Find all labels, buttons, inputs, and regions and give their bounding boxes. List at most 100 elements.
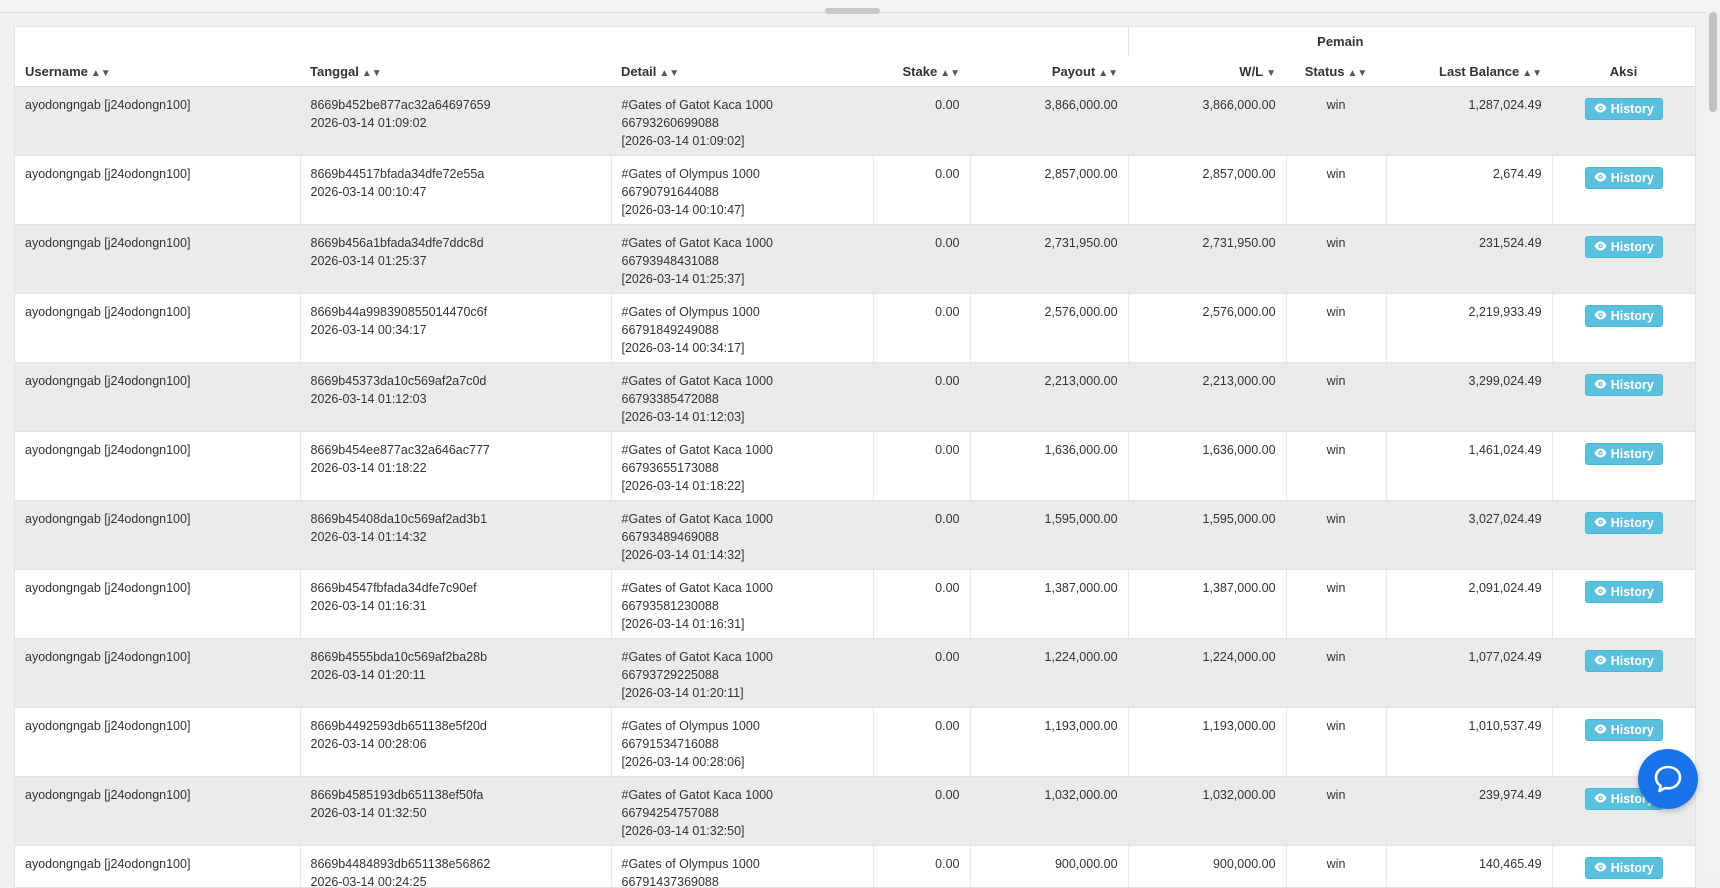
cell-last-balance: 2,219,933.49 <box>1386 294 1552 363</box>
cell-stake-stake: 0.00 <box>884 510 960 528</box>
sort-icon[interactable]: ▲▼ <box>940 68 960 79</box>
cell-username: ayodongngab [j24odongn100] <box>15 639 300 708</box>
cell-aksi: History <box>1552 87 1695 156</box>
cell-detail-round: 66793581230088 <box>622 597 863 615</box>
cell-stake: 0.00 <box>873 777 970 846</box>
cell-detail-game: #Gates of Gatot Kaca 1000 <box>622 96 863 114</box>
cell-tanggal-date: 2026-03-14 01:16:31 <box>311 597 601 615</box>
cell-tanggal: 8669b44517bfada34dfe72e55a2026-03-14 00:… <box>300 156 611 225</box>
cell-payout-payout: 1,193,000.00 <box>981 717 1118 735</box>
cell-status-status: win <box>1297 717 1376 735</box>
cell-detail-round-time: [2026-03-14 01:20:11] <box>622 684 863 702</box>
history-button[interactable]: History <box>1585 98 1663 120</box>
cell-detail: #Gates of Gatot Kaca 100066793948431088[… <box>611 225 873 294</box>
cell-tanggal-date: 2026-03-14 01:18:22 <box>311 459 601 477</box>
cell-last-balance: 2,674.49 <box>1386 156 1552 225</box>
history-button[interactable]: History <box>1585 857 1663 879</box>
cell-tanggal-date: 2026-03-14 00:28:06 <box>311 735 601 753</box>
cell-tanggal-tx: 8669b452be877ac32a64697659 <box>311 96 601 114</box>
col-header-detail[interactable]: Detail▲▼ <box>611 56 873 87</box>
cell-status-status: win <box>1297 441 1376 459</box>
cell-detail-game: #Gates of Gatot Kaca 1000 <box>622 372 863 390</box>
cell-tanggal-date: 2026-03-14 01:32:50 <box>311 804 601 822</box>
cell-last-balance-last-balance: 3,027,024.49 <box>1397 510 1542 528</box>
history-button[interactable]: History <box>1585 167 1663 189</box>
cell-wl: 2,857,000.00 <box>1128 156 1286 225</box>
cell-payout-payout: 2,731,950.00 <box>981 234 1118 252</box>
cell-stake-stake: 0.00 <box>884 303 960 321</box>
sort-desc-icon[interactable]: ▼ <box>1266 68 1276 79</box>
sort-icon[interactable]: ▲▼ <box>1348 68 1368 79</box>
eye-icon <box>1594 861 1607 875</box>
col-header-wl[interactable]: W/L▼ <box>1128 56 1286 87</box>
col-header-tanggal[interactable]: Tanggal▲▼ <box>300 56 611 87</box>
col-header-payout[interactable]: Payout▲▼ <box>970 56 1128 87</box>
cell-stake-stake: 0.00 <box>884 96 960 114</box>
drag-handle[interactable] <box>825 8 880 14</box>
history-button[interactable]: History <box>1585 719 1663 741</box>
history-button[interactable]: History <box>1585 650 1663 672</box>
cell-status: win <box>1286 846 1386 888</box>
cell-wl-wl: 2,731,950.00 <box>1139 234 1276 252</box>
cell-wl-wl: 1,387,000.00 <box>1139 579 1276 597</box>
cell-stake-stake: 0.00 <box>884 786 960 804</box>
cell-tanggal-date: 2026-03-14 00:34:17 <box>311 321 601 339</box>
history-button[interactable]: History <box>1585 305 1663 327</box>
cell-status-status: win <box>1297 510 1376 528</box>
cell-username: ayodongngab [j24odongn100] <box>15 570 300 639</box>
sort-icon[interactable]: ▲▼ <box>659 68 679 79</box>
history-button[interactable]: History <box>1585 581 1663 603</box>
cell-status: win <box>1286 639 1386 708</box>
cell-last-balance: 1,077,024.49 <box>1386 639 1552 708</box>
cell-detail-round: 66793729225088 <box>622 666 863 684</box>
cell-detail-game: #Gates of Gatot Kaca 1000 <box>622 441 863 459</box>
cell-username-username: ayodongngab [j24odongn100] <box>25 579 290 597</box>
cell-status-status: win <box>1297 648 1376 666</box>
cell-tanggal: 8669b4492593db651138e5f20d2026-03-14 00:… <box>300 708 611 777</box>
group-header-row: Pemain <box>15 27 1695 56</box>
cell-tanggal: 8669b4484893db651138e568622026-03-14 00:… <box>300 846 611 888</box>
cell-last-balance-last-balance: 1,461,024.49 <box>1397 441 1542 459</box>
cell-last-balance: 140,465.49 <box>1386 846 1552 888</box>
cell-payout-payout: 2,857,000.00 <box>981 165 1118 183</box>
sort-icon[interactable]: ▲▼ <box>1098 68 1118 79</box>
column-header-row: Username▲▼ Tanggal▲▼ Detail▲▼ Stake▲▼ Pa… <box>15 56 1695 87</box>
col-header-stake[interactable]: Stake▲▼ <box>873 56 970 87</box>
cell-wl-wl: 2,576,000.00 <box>1139 303 1276 321</box>
cell-last-balance-last-balance: 2,674.49 <box>1397 165 1542 183</box>
col-header-username[interactable]: Username▲▼ <box>15 56 300 87</box>
cell-payout-payout: 2,576,000.00 <box>981 303 1118 321</box>
history-button-label: History <box>1611 309 1654 323</box>
cell-tanggal-date: 2026-03-14 01:25:37 <box>311 252 601 270</box>
cell-status-status: win <box>1297 372 1376 390</box>
table-row: ayodongngab [j24odongn100]8669b4555bda10… <box>15 639 1695 708</box>
scrollbar-thumb[interactable] <box>1709 12 1717 112</box>
cell-username: ayodongngab [j24odongn100] <box>15 363 300 432</box>
cell-wl: 900,000.00 <box>1128 846 1286 888</box>
history-button[interactable]: History <box>1585 443 1663 465</box>
cell-detail-round: 66791437369088 <box>622 873 863 888</box>
history-button[interactable]: History <box>1585 512 1663 534</box>
cell-tanggal: 8669b45373da10c569af2a7c0d2026-03-14 01:… <box>300 363 611 432</box>
history-button[interactable]: History <box>1585 236 1663 258</box>
vertical-scrollbar[interactable] <box>1706 12 1720 874</box>
chat-widget-button[interactable] <box>1638 749 1698 809</box>
sort-icon[interactable]: ▲▼ <box>362 68 382 79</box>
cell-status: win <box>1286 294 1386 363</box>
cell-username-username: ayodongngab [j24odongn100] <box>25 510 290 528</box>
cell-detail-round: 66794254757088 <box>622 804 863 822</box>
cell-status: win <box>1286 87 1386 156</box>
sort-icon[interactable]: ▲▼ <box>1522 68 1542 79</box>
cell-tanggal-date: 2026-03-14 01:20:11 <box>311 666 601 684</box>
cell-username-username: ayodongngab [j24odongn100] <box>25 441 290 459</box>
sort-icon[interactable]: ▲▼ <box>91 68 111 79</box>
cell-tanggal-date: 2026-03-14 01:14:32 <box>311 528 601 546</box>
cell-last-balance: 231,524.49 <box>1386 225 1552 294</box>
cell-payout: 900,000.00 <box>970 846 1128 888</box>
cell-aksi: History <box>1552 501 1695 570</box>
col-header-status[interactable]: Status▲▼ <box>1286 56 1386 87</box>
cell-tanggal: 8669b4585193db651138ef50fa2026-03-14 01:… <box>300 777 611 846</box>
col-header-last-balance[interactable]: Last Balance▲▼ <box>1386 56 1552 87</box>
history-button[interactable]: History <box>1585 374 1663 396</box>
cell-tanggal-tx: 8669b44517bfada34dfe72e55a <box>311 165 601 183</box>
